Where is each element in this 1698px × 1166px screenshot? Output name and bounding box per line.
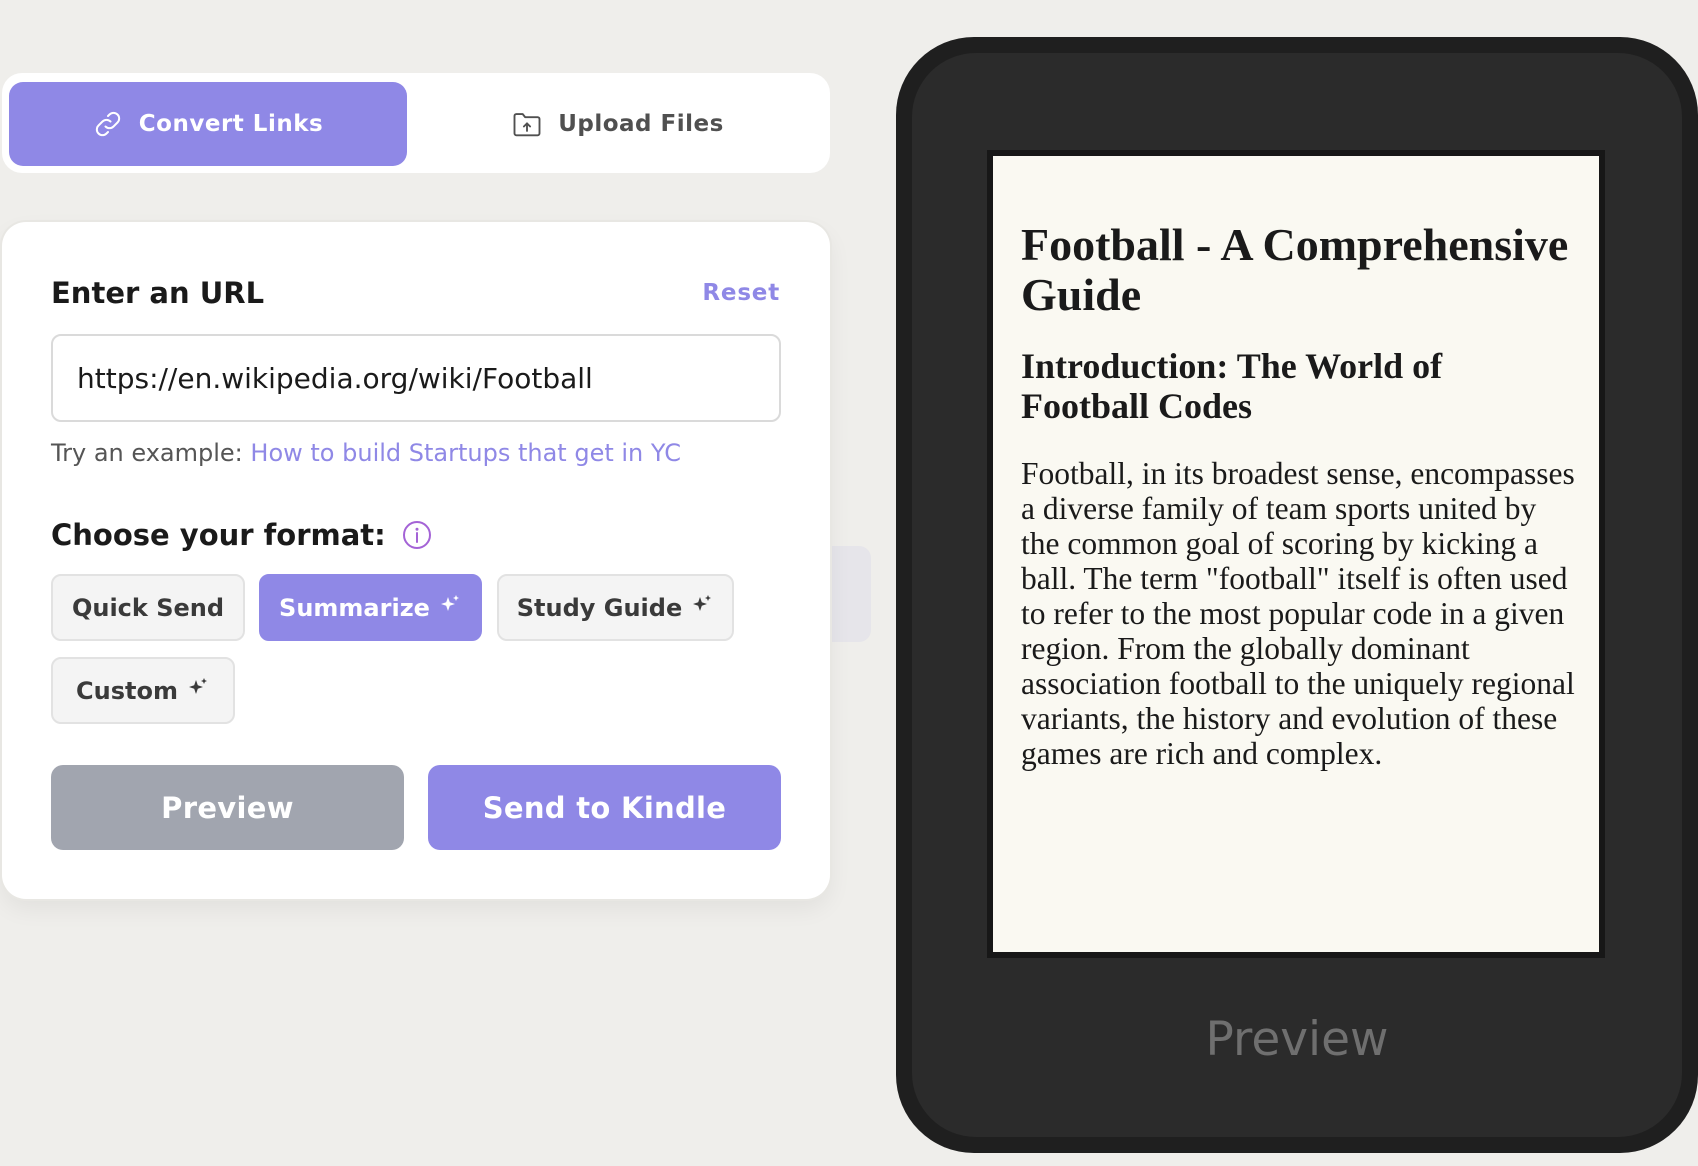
convert-form-card: Enter an URL Reset Try an example: How t… (2, 222, 830, 899)
format-quick-send-label: Quick Send (71, 593, 225, 622)
kindle-heading: Introduction: The World of Football Code… (1021, 346, 1443, 426)
format-custom[interactable]: Custom (51, 657, 235, 724)
sparkle-icon (438, 593, 462, 623)
sparkle-icon (690, 593, 714, 623)
format-study-guide-label: Study Guide (516, 593, 683, 622)
url-label: Enter an URL (51, 276, 265, 310)
kindle-title: Football - A Comprehensive Guide (1021, 219, 1569, 320)
format-label-row: Choose your format: (51, 518, 432, 552)
preview-button[interactable]: Preview (51, 765, 404, 850)
kindle-screen: Football - A Comprehensive Guide Introdu… (987, 150, 1605, 958)
format-quick-send[interactable]: Quick Send (51, 574, 245, 641)
tab-upload-files-label: Upload Files (558, 111, 724, 137)
info-icon[interactable] (402, 520, 432, 550)
example-hint: Try an example: How to build Startups th… (51, 439, 681, 467)
sparkle-icon (186, 676, 210, 706)
tab-convert-links-label: Convert Links (138, 111, 324, 137)
format-custom-label: Custom (76, 676, 178, 705)
folder-upload-icon (512, 110, 542, 138)
format-study-guide[interactable]: Study Guide (497, 574, 734, 641)
url-input[interactable] (51, 334, 781, 422)
reset-button[interactable]: Reset (702, 280, 780, 306)
send-to-kindle-button[interactable]: Send to Kindle (428, 765, 781, 850)
link-icon (93, 109, 123, 139)
format-summarize[interactable]: Summarize (259, 574, 482, 641)
kindle-preview-caption: Preview (1205, 1012, 1389, 1067)
example-prefix: Try an example: (51, 439, 243, 467)
example-link[interactable]: How to build Startups that get in YC (250, 439, 681, 467)
format-summarize-label: Summarize (279, 593, 430, 622)
tab-convert-links[interactable]: Convert Links (9, 82, 407, 166)
mode-tabs: Convert Links Upload Files (2, 73, 830, 173)
kindle-paragraph: Football, in its broadest sense, encompa… (1021, 456, 1575, 771)
tab-upload-files[interactable]: Upload Files (414, 82, 822, 166)
format-label: Choose your format: (51, 518, 386, 552)
